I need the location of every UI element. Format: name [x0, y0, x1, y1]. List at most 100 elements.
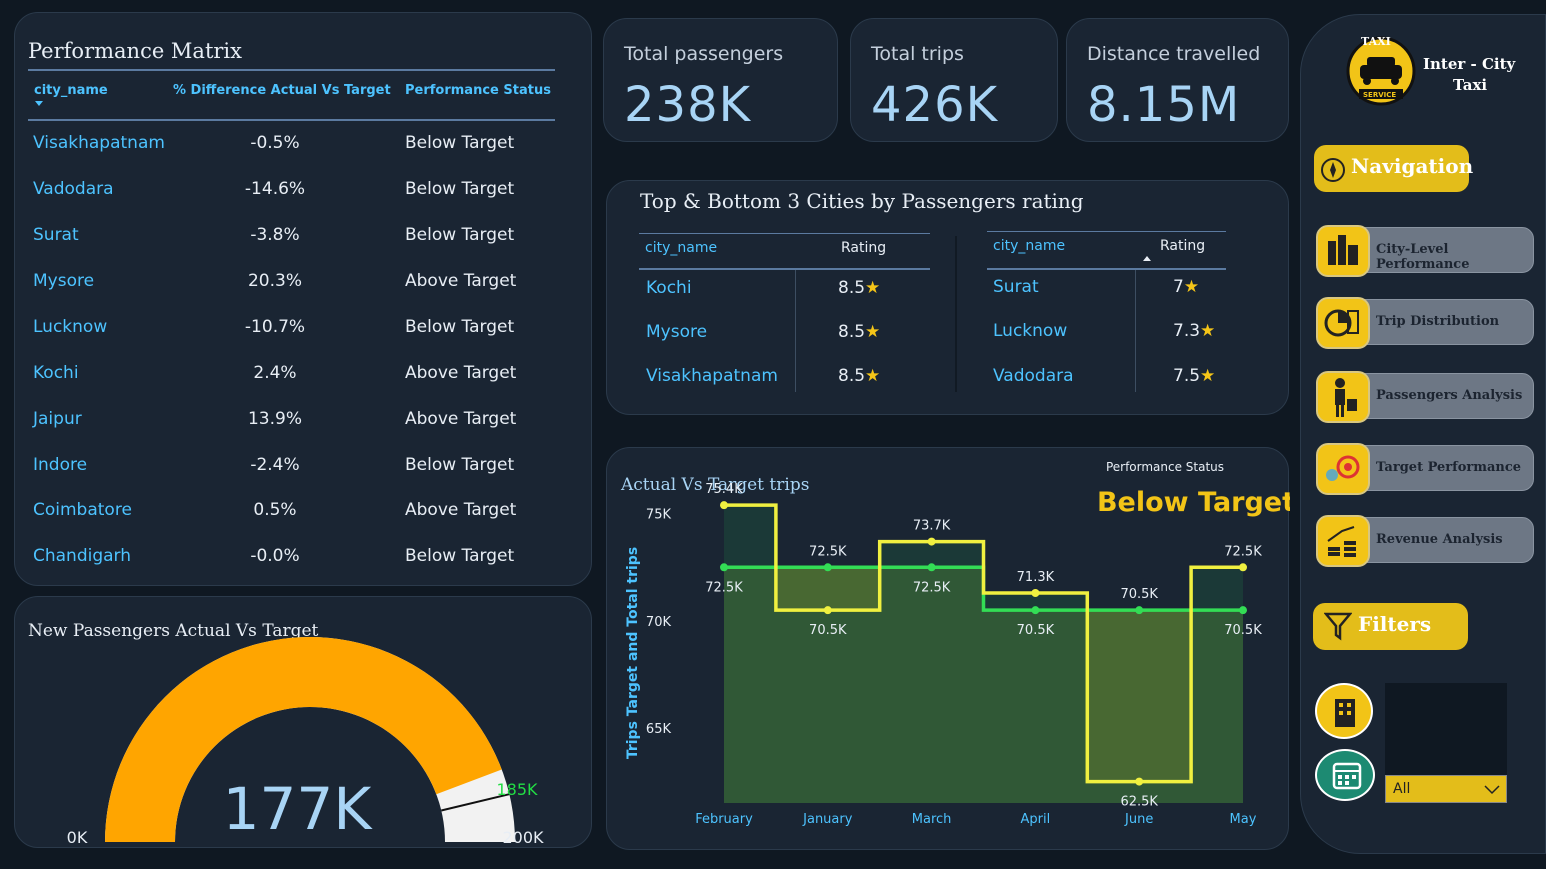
- rating-value: 8.5★: [838, 366, 880, 386]
- kpi-trips-label: Total trips: [871, 43, 964, 65]
- table-row[interactable]: Coimbatore 0.5% Above Target: [15, 500, 593, 530]
- actual-point: [720, 501, 728, 510]
- table-row[interactable]: Visakhapatnam -0.5% Below Target: [15, 133, 593, 163]
- row-city: Coimbatore: [33, 500, 132, 520]
- row-diff: -14.6%: [244, 179, 306, 199]
- bottom-col-city[interactable]: city_name: [993, 238, 1065, 254]
- nav-label: City-Level Performance: [1376, 242, 1470, 272]
- target-data-label: 70.5K: [1017, 623, 1055, 638]
- revenue-icon: [1316, 515, 1370, 567]
- city-chart-icon: [1316, 225, 1370, 277]
- top-col-city[interactable]: city_name: [645, 240, 717, 256]
- sort-up-icon[interactable]: [1143, 256, 1151, 261]
- nav-label: Revenue Analysis: [1376, 532, 1503, 547]
- navigation-header: Navigation: [1314, 145, 1473, 192]
- actual-point: [927, 537, 936, 546]
- passenger-icon: [1316, 371, 1370, 423]
- pie-chart-icon: [1316, 297, 1370, 349]
- city-filter-button[interactable]: [1315, 683, 1373, 739]
- nav-revenue-analysis[interactable]: Revenue Analysis: [1316, 515, 1534, 567]
- row-city: Indore: [33, 455, 88, 475]
- y-tick-label: 70K: [646, 615, 672, 630]
- actual-data-label: 71.3K: [1017, 570, 1055, 585]
- nav-label: Target Performance: [1376, 460, 1522, 475]
- table-row[interactable]: Chandigarh -0.0% Below Target: [15, 546, 593, 576]
- brand-line2: Taxi: [1453, 76, 1488, 94]
- rating-number: 7.3: [1173, 321, 1201, 341]
- target-data-label: 70.5K: [1224, 623, 1262, 638]
- x-tick-label: March: [912, 812, 952, 827]
- filter-dropdown[interactable]: All: [1385, 775, 1507, 803]
- table-row[interactable]: Kochi 2.4% Above Target: [15, 363, 593, 393]
- bottom-table-line: [987, 231, 1226, 232]
- row-city: Visakhapatnam: [33, 133, 165, 153]
- x-tick-label: February: [695, 812, 753, 827]
- table-row[interactable]: Indore -2.4% Below Target: [15, 455, 593, 485]
- nav-target-performance[interactable]: Target Performance: [1316, 443, 1534, 495]
- row-city: Lucknow: [33, 317, 108, 337]
- row-status: Below Target: [405, 225, 515, 245]
- row-diff: -3.8%: [250, 225, 300, 245]
- target-icon: [1316, 443, 1370, 495]
- row-diff: 2.4%: [253, 363, 297, 383]
- table-row[interactable]: Jaipur 13.9% Above Target: [15, 409, 593, 439]
- col-header-diff[interactable]: % Difference Actual Vs Target: [173, 83, 391, 98]
- top-col-rating[interactable]: Rating: [841, 240, 886, 256]
- compass-icon: [1321, 158, 1345, 182]
- row-status: Above Target: [405, 363, 517, 383]
- x-tick-label: April: [1021, 812, 1051, 827]
- star-icon: ★: [1200, 321, 1216, 341]
- actual-vs-target-panel: Actual Vs Target trips Performance Statu…: [606, 447, 1290, 850]
- filters-header: Filters: [1313, 603, 1468, 650]
- nav-label: Passengers Analysis: [1376, 388, 1523, 403]
- bottom-col-rating[interactable]: Rating: [1160, 238, 1205, 254]
- col-header-status[interactable]: Performance Status: [405, 83, 551, 98]
- date-filter-button[interactable]: [1315, 749, 1375, 801]
- x-tick-label: May: [1230, 812, 1257, 827]
- kpi-passengers-label: Total passengers: [624, 43, 784, 65]
- bottom-table-divider: [1135, 270, 1136, 392]
- row-diff: 13.9%: [247, 409, 302, 429]
- x-tick-label: January: [802, 812, 853, 827]
- nav-city-level-performance[interactable]: City-Level Performance: [1316, 225, 1534, 277]
- table-row[interactable]: Mysore 20.3% Above Target: [15, 271, 593, 301]
- table-row[interactable]: Vadodara -14.6% Below Target: [15, 179, 593, 209]
- new-passengers-gauge-panel: New Passengers Actual Vs Target 177K 0K …: [14, 596, 592, 848]
- target-data-label: 72.5K: [809, 544, 847, 559]
- top-table-header-line: [639, 268, 930, 270]
- rating-city: Visakhapatnam: [646, 366, 778, 386]
- row-status: Above Target: [405, 500, 517, 520]
- actual-data-label: 75.4K: [705, 482, 743, 497]
- status-value: Below Target: [1097, 487, 1290, 518]
- logo-top-text: TAXI: [1361, 35, 1391, 48]
- table-row[interactable]: Lucknow -10.7% Below Target: [15, 317, 593, 347]
- col-header-city[interactable]: city_name: [34, 83, 108, 98]
- filters-label: Filters: [1358, 612, 1432, 636]
- actual-data-label: 72.5K: [1224, 544, 1262, 559]
- row-diff: -0.5%: [250, 133, 300, 153]
- rating-number: 8.5: [838, 322, 866, 342]
- star-icon: ★: [865, 366, 881, 386]
- building-icon: [1335, 699, 1355, 727]
- row-diff: 0.5%: [253, 500, 297, 520]
- row-status: Above Target: [405, 271, 517, 291]
- y-tick-label: 75K: [646, 508, 672, 523]
- row-city: Surat: [33, 225, 79, 245]
- nav-trip-distribution[interactable]: Trip Distribution: [1316, 297, 1534, 349]
- sort-down-icon[interactable]: [35, 101, 43, 106]
- row-status: Below Target: [405, 317, 515, 337]
- y-tick-label: 65K: [646, 722, 672, 737]
- rating-city: Surat: [993, 277, 1039, 297]
- kpi-total-passengers: Total passengers 238K: [603, 18, 838, 142]
- actual-data-label: 70.5K: [809, 623, 847, 638]
- brand-line1: Inter - City: [1423, 55, 1516, 73]
- kpi-distance-value: 8.15M: [1087, 77, 1241, 133]
- actual-vs-target-chart: Actual Vs Target trips Performance Statu…: [620, 460, 1290, 827]
- calendar-icon: [1332, 762, 1362, 790]
- performance-matrix-title: Performance Matrix: [28, 39, 242, 63]
- nav-passengers-analysis[interactable]: Passengers Analysis: [1316, 371, 1534, 423]
- kpi-passengers-value: 238K: [624, 77, 752, 133]
- rating-title: Top & Bottom 3 Cities by Passengers rati…: [640, 189, 1084, 213]
- table-row[interactable]: Surat -3.8% Below Target: [15, 225, 593, 255]
- rating-number: 7.5: [1173, 366, 1201, 386]
